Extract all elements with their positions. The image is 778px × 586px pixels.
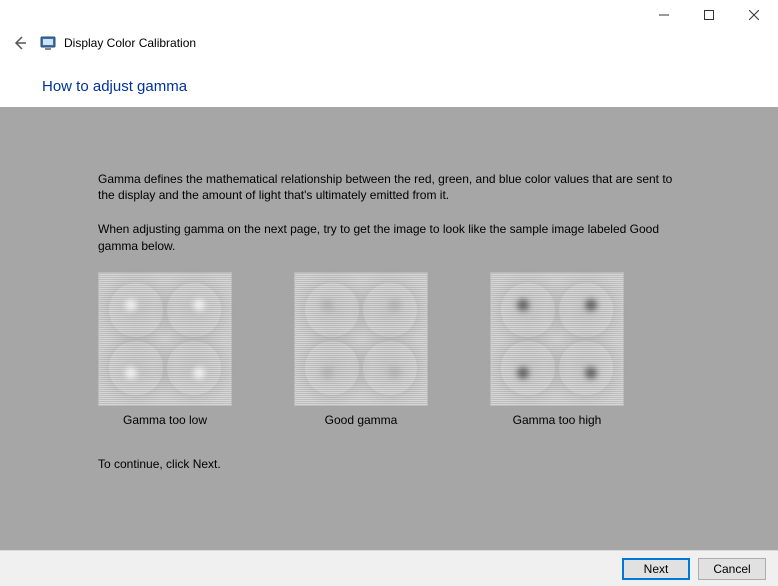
sample-label-low: Gamma too low bbox=[123, 412, 207, 428]
footer: Next Cancel bbox=[0, 550, 778, 586]
window-titlebar bbox=[0, 0, 778, 30]
minimize-button[interactable] bbox=[641, 1, 686, 29]
next-button[interactable]: Next bbox=[622, 558, 690, 580]
paragraph-instructions: When adjusting gamma on the next page, t… bbox=[98, 221, 688, 253]
maximize-button[interactable] bbox=[686, 1, 731, 29]
content-area: Gamma defines the mathematical relations… bbox=[0, 107, 778, 557]
sample-label-high: Gamma too high bbox=[513, 412, 602, 428]
display-calibration-icon bbox=[40, 35, 56, 51]
gamma-low-swatch bbox=[98, 272, 232, 406]
gamma-samples: Gamma too low Good gamma Gamma too high bbox=[98, 272, 688, 428]
gamma-high-swatch bbox=[490, 272, 624, 406]
paragraph-gamma-definition: Gamma defines the mathematical relations… bbox=[98, 171, 688, 203]
close-button[interactable] bbox=[731, 1, 776, 29]
page-title: How to adjust gamma bbox=[0, 56, 778, 107]
sample-gamma-high: Gamma too high bbox=[490, 272, 624, 428]
cancel-button[interactable]: Cancel bbox=[698, 558, 766, 580]
sample-gamma-low: Gamma too low bbox=[98, 272, 232, 428]
sample-gamma-good: Good gamma bbox=[294, 272, 428, 428]
gamma-good-swatch bbox=[294, 272, 428, 406]
app-title: Display Color Calibration bbox=[64, 36, 196, 50]
sample-label-good: Good gamma bbox=[325, 412, 398, 428]
header-row: Display Color Calibration bbox=[0, 30, 778, 56]
back-button[interactable] bbox=[8, 31, 32, 55]
continue-text: To continue, click Next. bbox=[98, 456, 688, 472]
